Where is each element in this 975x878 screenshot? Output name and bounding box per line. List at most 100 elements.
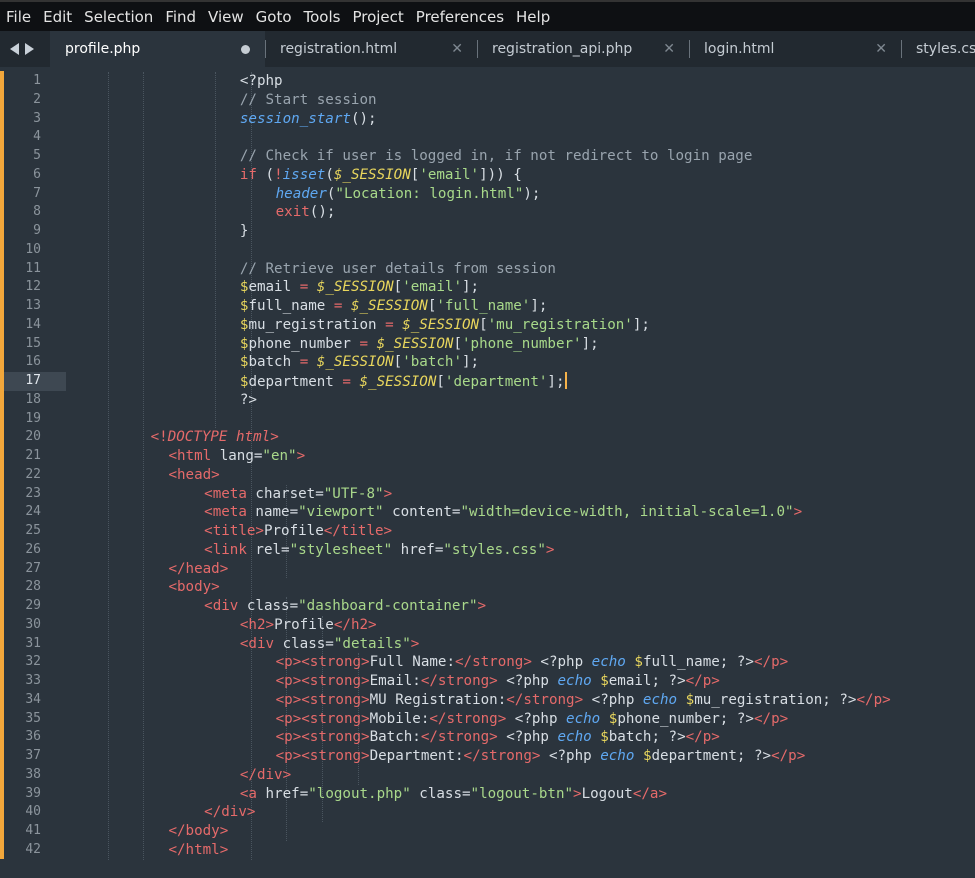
code-line[interactable]: <title>Profile</title> [72,522,975,541]
code-line[interactable]: $department = $_SESSION['department']; [72,372,975,391]
code-line[interactable]: <body> [72,578,975,597]
code-line[interactable]: } [72,222,975,241]
code-token: } [239,223,249,239]
code-line[interactable]: if (!isset($_SESSION['email'])) { [72,166,975,185]
code-line[interactable]: $phone_number = $_SESSION['phone_number'… [72,335,975,354]
menu-item-project[interactable]: Project [346,8,409,26]
code-token: ]; [462,354,480,371]
code-line[interactable]: <?php [72,72,975,91]
code-line[interactable]: header("Location: login.html"); [72,185,975,204]
code-token: </head> [168,560,229,577]
code-token: "en" [262,448,297,464]
code-line[interactable]: </body> [72,822,975,841]
next-tab-arrow-icon[interactable] [25,43,34,55]
code-line[interactable]: </div> [72,766,975,785]
code-token: <?php [506,710,567,727]
tab-login-html[interactable]: login.html ✕ [689,31,901,67]
code-line[interactable] [72,128,975,147]
code-token: Batch: [369,729,421,746]
line-number: 26 [25,541,41,557]
line-number: 22 [25,466,41,482]
code-token: phone_number; ?> [617,710,754,727]
line-number: 20 [25,429,41,445]
line-number: 28 [25,579,41,595]
menu-item-view[interactable]: View [202,8,250,26]
code-line[interactable]: <link rel="stylesheet" href="styles.css"… [72,541,975,560]
menu-item-selection[interactable]: Selection [78,8,159,26]
code-line[interactable]: <p><strong>Department:</strong> <?php ec… [72,747,975,766]
code-line[interactable] [72,410,975,429]
close-tab-icon[interactable]: ✕ [451,41,463,57]
tab-registration-api-php[interactable]: registration_api.php ✕ [477,31,689,67]
code-token: Profile [263,523,324,539]
code-line[interactable]: <!DOCTYPE html> [72,428,975,447]
close-tab-icon[interactable]: ✕ [875,41,887,57]
menu-item-edit[interactable]: Edit [37,8,78,26]
tab-styles-css[interactable]: styles.css [901,31,975,67]
code-token: </p> [856,691,891,708]
code-line[interactable]: <p><strong>Mobile:</strong> <?php echo $… [72,710,975,729]
code-line[interactable]: // Retrieve user details from session [72,260,975,279]
code-line[interactable]: <a href="logout.php" class="logout-btn">… [72,785,975,804]
tab-registration-html[interactable]: registration.html ✕ [265,31,477,67]
tab-profile-php[interactable]: profile.php [50,31,265,67]
close-tab-icon[interactable]: ✕ [663,41,675,57]
tab-bar: profile.php registration.html ✕ registratio… [0,31,975,67]
code-token: </strong> [420,729,498,746]
code-line[interactable]: </head> [72,560,975,579]
code-area[interactable]: <?php // Start session session_start(); // … [72,72,975,860]
code-line[interactable]: ?> [72,391,975,410]
code-token: "dashboard-container" [298,598,478,614]
code-line[interactable]: <html lang="en"> [72,447,975,466]
code-line[interactable]: // Start session [72,91,975,110]
line-number: 3 [33,110,41,126]
code-line[interactable]: <head> [72,466,975,485]
code-line[interactable]: // Check if user is logged in, if not re… [72,147,975,166]
code-line[interactable]: </div> [72,803,975,822]
code-line[interactable]: </html> [72,841,975,860]
menu-item-help[interactable]: Help [510,8,556,26]
code-line[interactable]: $batch = $_SESSION['batch']; [72,353,975,372]
code-editor[interactable]: 1 2 3 4 5 6 7 8 9 10 11 12 13 14 15 16 17 18 19 20 21 22 23 24 2… [0,67,975,878]
line-number: 1 [33,73,41,88]
code-token: <meta [204,485,247,502]
code-token: echo [566,710,601,727]
code-line[interactable]: <p><strong>Batch:</strong> <?php echo $b… [72,728,975,747]
code-token: > [270,429,279,446]
code-line[interactable]: $email = $_SESSION['email']; [72,278,975,297]
menu-item-find[interactable]: Find [159,8,202,26]
code-token: $_SESSION [350,298,428,314]
code-token: echo [557,673,592,689]
unsaved-dot-icon[interactable] [241,45,250,54]
code-token: ); [523,185,541,202]
code-token: ( [325,166,334,183]
code-line[interactable]: $mu_registration = $_SESSION['mu_registr… [72,316,975,335]
line-number: 29 [25,598,41,613]
code-line[interactable]: exit(); [72,203,975,222]
code-line[interactable]: <div class="dashboard-container"> [72,597,975,616]
code-line[interactable]: <h2>Profile</h2> [72,616,975,635]
code-token: <?php [239,73,283,89]
previous-tab-arrow-icon[interactable] [10,43,19,55]
code-line[interactable]: <p><strong>Email:</strong> <?php echo $e… [72,672,975,691]
code-token: > [410,635,420,652]
code-line[interactable]: <p><strong>MU Registration:</strong> <?p… [72,691,975,710]
menu-item-tools[interactable]: Tools [298,8,347,26]
code-line[interactable]: <meta name="viewport" content="width=dev… [72,503,975,522]
code-token: "Location: login.html" [335,185,524,202]
code-line[interactable]: $full_name = $_SESSION['full_name']; [72,297,975,316]
code-line[interactable]: <p><strong>Full Name:</strong> <?php ech… [72,653,975,672]
code-token: <?php [497,729,558,746]
code-line[interactable]: session_start(); [72,110,975,129]
code-line[interactable]: <div class="details"> [72,635,975,654]
code-line[interactable] [72,241,975,260]
menu-item-file[interactable]: File [0,8,37,26]
menu-item-goto[interactable]: Goto [250,8,298,26]
tab-label: login.html [704,41,775,57]
menu-item-preferences[interactable]: Preferences [410,8,510,26]
tab-label: profile.php [65,41,141,57]
tab-nav-arrows [10,41,34,57]
code-line[interactable]: <meta charset="UTF-8"> [72,485,975,504]
tab-separator [477,40,478,58]
